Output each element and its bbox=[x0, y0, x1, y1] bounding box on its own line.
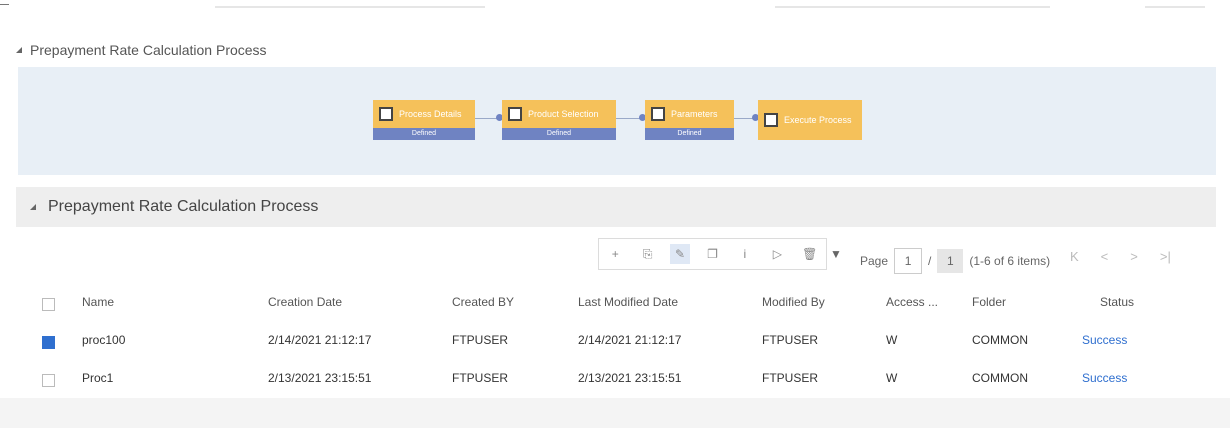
table-row[interactable]: Proc1 2/13/2021 23:15:51 FTPUSER 2/13/20… bbox=[40, 361, 1210, 399]
name-cell: Proc1 bbox=[82, 371, 114, 385]
top-segment-1 bbox=[215, 6, 485, 8]
column-header-status[interactable]: Status bbox=[1100, 295, 1134, 309]
database-icon bbox=[508, 107, 522, 121]
delete-icon[interactable]: 🗑 bbox=[800, 244, 820, 264]
flow-node-status: Defined bbox=[502, 128, 616, 140]
modified-by-cell: FTPUSER bbox=[762, 371, 819, 385]
process-flow-diagram: Process Details Defined Product Selectio… bbox=[18, 67, 1216, 175]
table-row[interactable]: proc100 2/14/2021 21:12:17 FTPUSER 2/14/… bbox=[40, 323, 1210, 361]
process-table: Name Creation Date Created BY Last Modif… bbox=[40, 285, 1210, 399]
footer-bar bbox=[0, 398, 1230, 428]
document-icon bbox=[379, 107, 393, 121]
page-total: 1 bbox=[937, 249, 964, 273]
created-by-cell: FTPUSER bbox=[452, 371, 509, 385]
first-page-icon[interactable]: K bbox=[1070, 249, 1079, 264]
flow-node-label: Process Details bbox=[399, 109, 462, 119]
table-header: Name Creation Date Created BY Last Modif… bbox=[40, 285, 1210, 323]
column-header-access[interactable]: Access ... bbox=[886, 295, 938, 309]
collapse-caret-icon[interactable] bbox=[30, 204, 36, 210]
run-icon[interactable]: ▷ bbox=[767, 244, 787, 264]
add-icon[interactable]: + bbox=[605, 244, 625, 264]
created-by-cell: FTPUSER bbox=[452, 333, 509, 347]
access-cell: W bbox=[886, 333, 898, 347]
view-icon[interactable]: ⎘ bbox=[638, 244, 658, 264]
section-title: Prepayment Rate Calculation Process bbox=[48, 198, 319, 215]
page-separator: / bbox=[928, 254, 932, 268]
last-modified-cell: 2/13/2021 23:15:51 bbox=[578, 371, 682, 385]
column-header-name[interactable]: Name bbox=[82, 295, 114, 309]
page-number-input[interactable]: 1 bbox=[894, 248, 923, 274]
filter-dropdown-icon[interactable]: ▼ bbox=[830, 247, 842, 261]
last-page-icon[interactable]: >| bbox=[1160, 249, 1171, 264]
folder-cell: COMMON bbox=[972, 333, 1028, 347]
row-checkbox[interactable] bbox=[42, 374, 55, 387]
monitor-icon bbox=[764, 113, 778, 127]
percent-icon bbox=[651, 107, 665, 121]
column-header-modified-by[interactable]: Modified By bbox=[762, 295, 825, 309]
folder-cell: COMMON bbox=[972, 371, 1028, 385]
top-border bbox=[0, 0, 1230, 10]
modified-by-cell: FTPUSER bbox=[762, 333, 819, 347]
access-cell: W bbox=[886, 371, 898, 385]
status-cell[interactable]: Success bbox=[1082, 333, 1127, 347]
pagination: Page 1 / 1 (1-6 of 6 items) bbox=[860, 248, 1050, 274]
flow-node-execute-process[interactable]: Execute Process bbox=[758, 100, 862, 140]
creation-date-cell: 2/13/2021 23:15:51 bbox=[268, 371, 372, 385]
column-header-folder[interactable]: Folder bbox=[972, 295, 1006, 309]
flow-node-label: Execute Process bbox=[784, 115, 852, 125]
item-range: (1-6 of 6 items) bbox=[969, 254, 1051, 268]
section-title: Prepayment Rate Calculation Process bbox=[30, 42, 267, 58]
flow-node-parameters[interactable]: Parameters Defined bbox=[645, 100, 734, 140]
flow-node-process-details[interactable]: Process Details Defined bbox=[373, 100, 475, 140]
select-all-checkbox[interactable] bbox=[42, 298, 55, 311]
collapse-caret-icon[interactable] bbox=[16, 47, 22, 53]
table-toolbar: + ⎘ ✎ ❐ i ▷ 🗑 bbox=[598, 238, 827, 270]
edit-icon[interactable]: ✎ bbox=[670, 244, 691, 264]
row-checkbox[interactable] bbox=[42, 336, 55, 349]
flow-node-label: Product Selection bbox=[528, 109, 599, 119]
info-icon[interactable]: i bbox=[735, 244, 755, 264]
creation-date-cell: 2/14/2021 21:12:17 bbox=[268, 333, 372, 347]
page-nav: K < > >| bbox=[1070, 249, 1171, 264]
column-header-created-by[interactable]: Created BY bbox=[452, 295, 514, 309]
top-left-tick bbox=[0, 4, 9, 5]
flow-node-status: Defined bbox=[645, 128, 734, 140]
last-modified-cell: 2/14/2021 21:12:17 bbox=[578, 333, 682, 347]
column-header-creation-date[interactable]: Creation Date bbox=[268, 295, 342, 309]
column-header-last-modified[interactable]: Last Modified Date bbox=[578, 295, 678, 309]
list-section-header[interactable]: Prepayment Rate Calculation Process bbox=[16, 187, 1216, 227]
flow-node-status: Defined bbox=[373, 128, 475, 140]
flow-node-label: Parameters bbox=[671, 109, 718, 119]
prev-page-icon[interactable]: < bbox=[1101, 249, 1109, 264]
status-cell[interactable]: Success bbox=[1082, 371, 1127, 385]
next-page-icon[interactable]: > bbox=[1130, 249, 1138, 264]
top-segment-2 bbox=[775, 6, 1050, 8]
top-segment-3 bbox=[1145, 6, 1205, 8]
page-label: Page bbox=[860, 254, 889, 268]
process-section-header[interactable]: Prepayment Rate Calculation Process bbox=[16, 38, 1216, 62]
copy-icon[interactable]: ❐ bbox=[702, 244, 722, 264]
flow-node-product-selection[interactable]: Product Selection Defined bbox=[502, 100, 616, 140]
name-cell: proc100 bbox=[82, 333, 126, 347]
